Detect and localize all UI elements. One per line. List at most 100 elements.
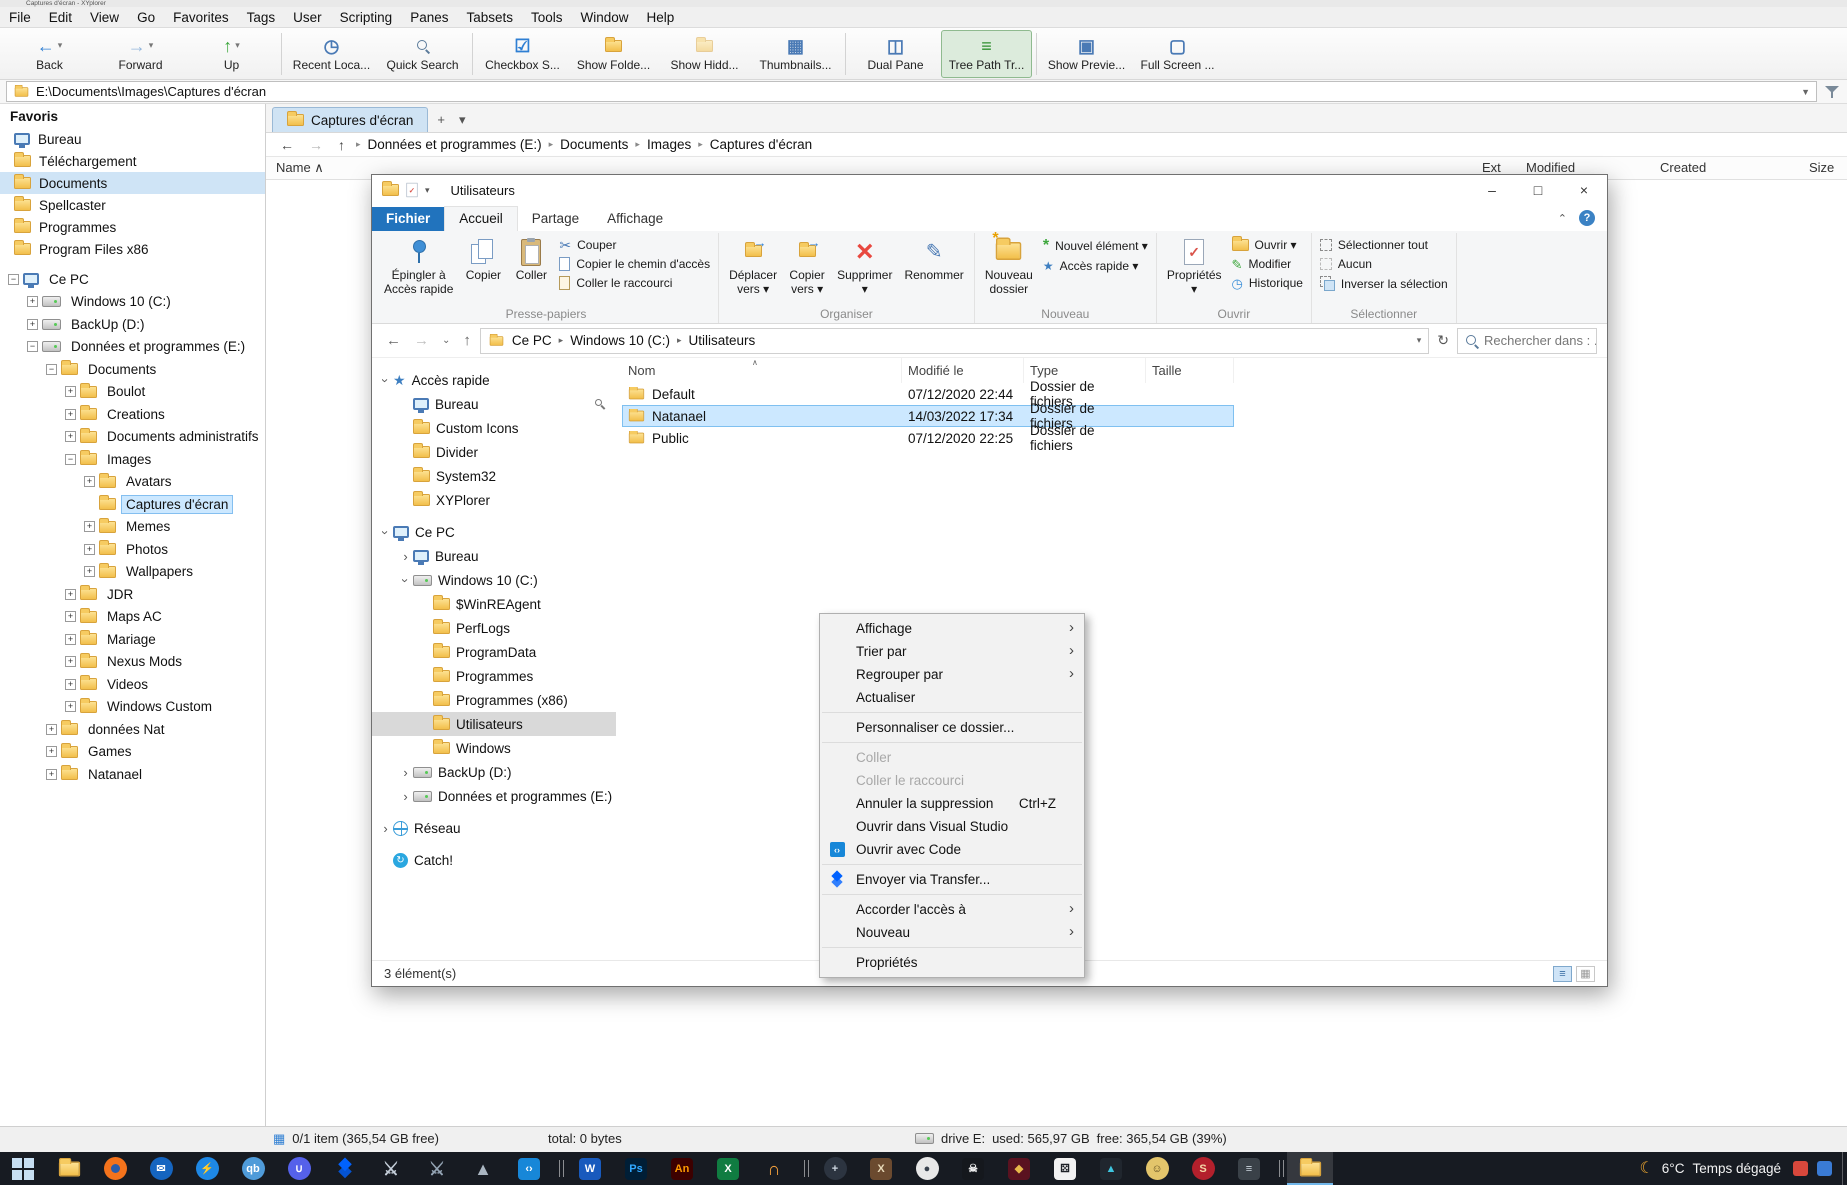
menu-item-envoyer-via-transfer[interactable]: Envoyer via Transfer... xyxy=(820,868,1084,891)
ribbon-copier-le-chemin-d-acces[interactable]: Copier le chemin d'accès xyxy=(555,256,714,272)
path-segment-ce-pc[interactable]: Ce PC xyxy=(508,333,556,348)
favorite-item-telechargement[interactable]: Téléchargement xyxy=(0,150,265,172)
breadcrumb-documents[interactable]: Documents xyxy=(558,137,630,152)
up-icon[interactable]: ↑ xyxy=(459,332,475,349)
path-segment-utilisateurs[interactable]: Utilisateurs xyxy=(685,333,760,348)
tree-item-documents-administratifs[interactable]: +Documents administratifs xyxy=(0,426,265,449)
menu-item-panes[interactable]: Panes xyxy=(401,7,457,27)
menu-item-annuler-la-suppression[interactable]: Annuler la suppressionCtrl+Z xyxy=(820,792,1084,815)
expand-icon[interactable]: + xyxy=(65,611,76,622)
collapse-icon[interactable]: − xyxy=(65,454,76,465)
expand-icon[interactable]: + xyxy=(46,746,57,757)
column-header-created[interactable]: Created xyxy=(1660,160,1706,175)
menu-item-ouvrir-avec-code[interactable]: ‹›Ouvrir avec Code xyxy=(820,838,1084,861)
search-box[interactable]: Rechercher dans : ... xyxy=(1457,328,1597,354)
toolbar-show-hidd[interactable]: Show Hidd... xyxy=(659,30,750,78)
taskbar-messenger[interactable]: ⚡ xyxy=(184,1152,230,1185)
tree-item-maps-ac[interactable]: +Maps AC xyxy=(0,606,265,629)
taskbar-game-6[interactable]: ⚄ xyxy=(1042,1152,1088,1185)
nav-item-xyplorer[interactable]: XYPlorer xyxy=(372,488,616,512)
favorite-item-programmes[interactable]: Programmes xyxy=(0,216,265,238)
ribbon-nouvel-element[interactable]: *Nouvel élément ▾ xyxy=(1039,237,1152,255)
ribbon-couper[interactable]: ✂Couper xyxy=(555,237,714,253)
file-column-taille[interactable]: Taille xyxy=(1146,358,1234,383)
expand-icon[interactable]: + xyxy=(65,589,76,600)
file-column-type[interactable]: Type xyxy=(1024,358,1146,383)
explorer-address-bar[interactable]: Ce PC▸Windows 10 (C:)▸Utilisateurs▾ xyxy=(480,328,1429,354)
tree-item-images[interactable]: −Images xyxy=(0,448,265,471)
minimize-button[interactable]: – xyxy=(1469,175,1515,205)
expand-icon[interactable]: + xyxy=(65,409,76,420)
nav-item-perflogs[interactable]: PerfLogs xyxy=(372,616,616,640)
toolbar-tree-path-tr[interactable]: ≡Tree Path Tr... xyxy=(941,30,1032,78)
ribbon-nouveau-dossier[interactable]: *Nouveaudossier xyxy=(979,233,1039,296)
menu-item-tabsets[interactable]: Tabsets xyxy=(457,7,522,27)
column-header-ext[interactable]: Ext xyxy=(1482,160,1501,175)
menu-item-window[interactable]: Window xyxy=(572,7,638,27)
ribbon-proprietes[interactable]: Propriétés▾ xyxy=(1161,233,1228,296)
nav-item-bureau[interactable]: Bureau xyxy=(372,392,616,416)
tree-item-creations[interactable]: +Creations xyxy=(0,403,265,426)
chevron-expanded-icon[interactable]: › xyxy=(398,573,413,588)
nav-item-programmes-x86[interactable]: Programmes (x86) xyxy=(372,688,616,712)
nav-item-backup-d[interactable]: ›BackUp (D:) xyxy=(372,760,616,784)
tree-item-documents[interactable]: −Documents xyxy=(0,358,265,381)
dropdown-arrow-icon[interactable]: ▾ xyxy=(58,40,63,51)
ribbon-renommer[interactable]: ✎Renommer xyxy=(898,233,969,282)
expand-icon[interactable]: + xyxy=(27,319,38,330)
expand-icon[interactable]: + xyxy=(84,521,95,532)
column-header-modified[interactable]: Modified xyxy=(1526,160,1575,175)
column-header-name[interactable]: Name ∧ xyxy=(276,160,324,176)
menu-item-actualiser[interactable]: Actualiser xyxy=(820,686,1084,709)
tree-item-boulot[interactable]: +Boulot xyxy=(0,381,265,404)
nav-item-windows[interactable]: Windows xyxy=(372,736,616,760)
favorite-item-program-files-x86[interactable]: Program Files x86 xyxy=(0,238,265,260)
menu-item-tags[interactable]: Tags xyxy=(238,7,285,27)
menu-item-regrouper-par[interactable]: Regrouper par› xyxy=(820,663,1084,686)
expand-icon[interactable]: + xyxy=(65,701,76,712)
ribbon-deplacer-vers[interactable]: →Déplacervers ▾ xyxy=(723,233,783,296)
taskbar-game-5[interactable]: ◆ xyxy=(996,1152,1042,1185)
taskbar-game-7[interactable]: ▲ xyxy=(1088,1152,1134,1185)
breadcrumb-captures-d-ecran[interactable]: Captures d'écran xyxy=(708,137,814,152)
menu-item-tools[interactable]: Tools xyxy=(522,7,572,27)
menu-item-edit[interactable]: Edit xyxy=(40,7,81,27)
expand-icon[interactable]: + xyxy=(65,431,76,442)
taskbar-vscode[interactable]: ‹› xyxy=(506,1152,552,1185)
menu-item-user[interactable]: User xyxy=(284,7,331,27)
taskbar-game-4[interactable]: ☠ xyxy=(950,1152,996,1185)
collapse-icon[interactable]: − xyxy=(27,341,38,352)
ribbon-tab-fichier[interactable]: Fichier xyxy=(372,207,444,231)
tree-item-wallpapers[interactable]: +Wallpapers xyxy=(0,561,265,584)
tree-item-windows-custom[interactable]: +Windows Custom xyxy=(0,696,265,719)
expand-icon[interactable]: + xyxy=(65,656,76,667)
taskbar-excel[interactable]: X xyxy=(705,1152,751,1185)
icons-view-button[interactable]: ▦ xyxy=(1576,966,1595,982)
expand-icon[interactable]: + xyxy=(65,634,76,645)
toolbar-forward[interactable]: →▾Forward xyxy=(95,30,186,78)
nav-item-ce-pc[interactable]: ›Ce PC xyxy=(372,520,616,544)
address-dropdown-icon[interactable]: ▼ xyxy=(1801,87,1810,97)
expand-icon[interactable]: + xyxy=(65,386,76,397)
file-row-public[interactable]: Public07/12/2020 22:25Dossier de fichier… xyxy=(622,427,1234,449)
taskbar-discord[interactable]: ∪ xyxy=(276,1152,322,1185)
ribbon-selectionner-tout[interactable]: Sélectionner tout xyxy=(1316,237,1452,253)
ribbon-tab-accueil[interactable]: Accueil xyxy=(444,206,518,231)
chevron-collapsed-icon[interactable]: › xyxy=(398,549,413,564)
maximize-button[interactable]: □ xyxy=(1515,175,1561,205)
tree-item-nexus-mods[interactable]: +Nexus Mods xyxy=(0,651,265,674)
toolbar-thumbnails[interactable]: ▦Thumbnails... xyxy=(750,30,841,78)
chevron-collapsed-icon[interactable]: › xyxy=(398,765,413,780)
taskbar-vortex-tool[interactable]: ▲ xyxy=(460,1152,506,1185)
taskbar-animate[interactable]: An xyxy=(659,1152,705,1185)
taskbar-qbittorrent[interactable]: qb xyxy=(230,1152,276,1185)
expand-icon[interactable]: + xyxy=(84,544,95,555)
dropdown-arrow-icon[interactable]: ▾ xyxy=(149,40,154,51)
toolbar-full-screen[interactable]: ▢Full Screen ... xyxy=(1132,30,1223,78)
toolbar-dual-pane[interactable]: ◫Dual Pane xyxy=(850,30,941,78)
toolbar-recent-loca[interactable]: ◷Recent Loca... xyxy=(286,30,377,78)
collapse-icon[interactable]: − xyxy=(46,364,57,375)
nav-item-winreagent[interactable]: $WinREAgent xyxy=(372,592,616,616)
expand-icon[interactable]: + xyxy=(27,296,38,307)
expand-icon[interactable]: + xyxy=(46,724,57,735)
